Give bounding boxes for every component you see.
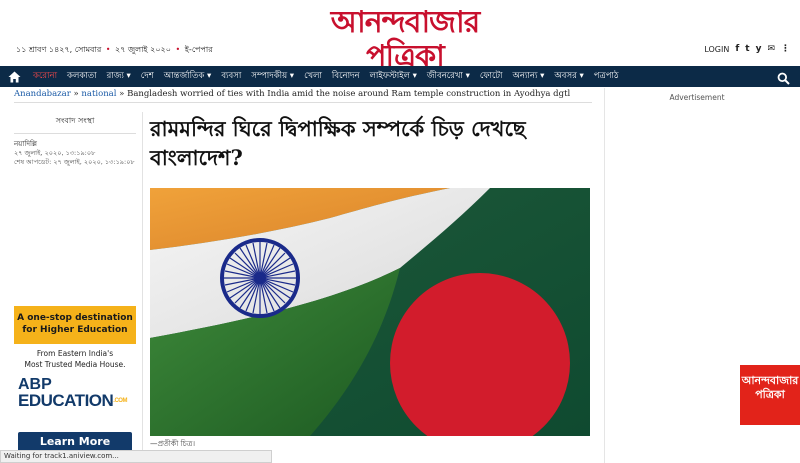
dateline-place: নয়াদিল্লি [14,140,37,148]
epaper-link[interactable]: ই-পেপার [185,45,213,54]
masthead-title: আনন্দবাজার পত্রিকা [330,5,480,74]
facebook-icon[interactable]: f [735,44,739,54]
twitter-icon[interactable]: t [745,44,749,54]
nav-item-letters[interactable]: পত্রপাঠ [589,66,624,87]
news-agency: সংবাদ সংস্থা [14,112,136,134]
divider [14,102,592,103]
main-nav: করোনা কলকাতা রাজ্য ▾ দেশ আন্তর্জাতিক ▾ ব… [0,66,800,87]
breadcrumb-home[interactable]: Anandabazar [14,89,71,99]
breadcrumb-current: Bangladesh worried of ties with India am… [127,89,571,99]
mail-icon[interactable]: ✉ [767,44,775,54]
breadcrumb: Anandabazar » national » Bangladesh worr… [14,89,570,99]
nav-item-others[interactable]: অন্যান্য ▾ [508,66,550,87]
column-divider [142,112,143,457]
nav-item-national[interactable]: দেশ [136,66,159,87]
nav-item-entertainment[interactable]: বিনোদন [327,66,365,87]
nav-item-jibonrekha[interactable]: জীবনরেখা ▾ [422,66,475,87]
nav-item-photo[interactable]: ফোটো [475,66,508,87]
abp-education-ad[interactable]: A one-stop destination for Higher Educat… [14,306,136,463]
breadcrumb-section[interactable]: national [81,89,116,99]
ad-tagline: From Eastern India's Most Trusted Media … [24,349,126,369]
advertisement-label: Advertisement [669,93,725,102]
article-headline: রামমন্দির ঘিরে দ্বিপাক্ষিক সম্পর্কে চিড়… [150,116,526,170]
nav-item-editorial[interactable]: সম্পাদকীয় ▾ [246,66,299,87]
chevron-right-icon: » [119,89,125,99]
ashoka-chakra [220,238,300,318]
page: ১১ শ্রাবণ ১৪২৭, সোমবার • ২৭ জুলাই ২০২০ •… [0,0,800,463]
english-date: ২৭ জুলাই ২০২০ [115,45,171,54]
article-dateline: নয়াদিল্লি ২৭ জুলাই, ২০২০, ১৩:১৯:০৮ শেষ … [14,134,136,167]
published-time: ২৭ জুলাই, ২০২০, ১৩:১৯:০৮ [14,149,96,157]
article-meta: সংবাদ সংস্থা নয়াদিল্লি ২৭ জুলাই, ২০২০, … [14,112,136,167]
learn-more-button[interactable]: Learn More [18,432,132,452]
site-header: ১১ শ্রাবণ ১৪২৭, সোমবার • ২৭ জুলাই ২০২০ •… [0,0,800,86]
abp-education-logo: ABP EDUCATION.COM [14,376,136,410]
nav-item-kolkata[interactable]: কলকাতা [62,66,102,87]
nav-item-state[interactable]: রাজ্য ▾ [102,66,136,87]
youtube-icon[interactable]: y [756,44,762,54]
updated-time: শেষ আপডেট: ২৭ জুলাই, ২০২০, ১৩:১৯:০৮ [14,158,135,166]
logo-suffix: .COM [113,398,127,405]
nav-item-international[interactable]: আন্তর্জাতিক ▾ [159,66,217,87]
flags-image [150,188,590,436]
header-actions: LOGIN f t y ✉ ⋮ [704,44,790,54]
home-icon[interactable] [0,66,28,87]
date-line: ১১ শ্রাবণ ১৪২৭, সোমবার • ২৭ জুলাই ২০২০ •… [16,45,213,54]
logo-education: EDUCATION.COM [18,391,127,410]
logo-abp: ABP [18,376,52,393]
chevron-right-icon: » [73,89,79,99]
nav-item-corona[interactable]: করোনা [28,66,62,87]
bengali-date: ১১ শ্রাবণ ১৪২৭, সোমবার [16,45,102,54]
more-icon[interactable]: ⋮ [781,44,790,54]
anandabazar-brand-badge[interactable]: আনন্দবাজার পত্রিকা [740,365,800,425]
column-divider [604,88,605,463]
article-photo [150,188,590,436]
nav-item-lifestyle[interactable]: লাইফস্টাইল ▾ [365,66,422,87]
search-icon[interactable] [777,70,790,85]
nav-item-business[interactable]: ব্যবসা [216,66,246,87]
browser-status-bar: Waiting for track1.aniview.com... [0,450,272,463]
nav-item-leisure[interactable]: অবসর ▾ [549,66,588,87]
login-link[interactable]: LOGIN [704,45,729,54]
nav-item-sports[interactable]: খেলা [299,66,327,87]
ad-headline: A one-stop destination for Higher Educat… [14,306,136,344]
